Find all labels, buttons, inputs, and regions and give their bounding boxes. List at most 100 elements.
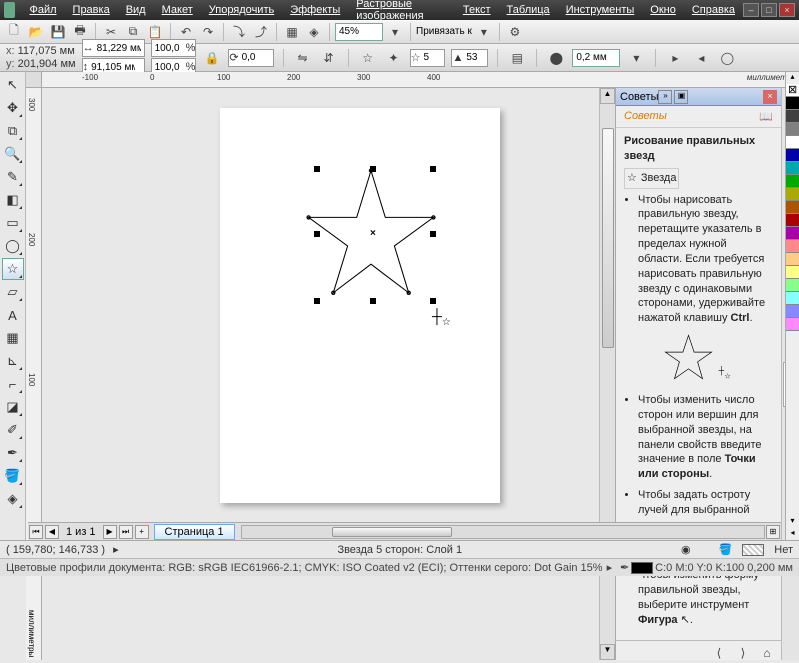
handle-nw[interactable] xyxy=(314,166,320,172)
swatch-17[interactable] xyxy=(786,318,799,331)
handle-e[interactable] xyxy=(430,231,436,237)
launch-icon[interactable]: ▦ xyxy=(282,22,302,42)
ellipse-tool[interactable]: ◯ xyxy=(2,235,24,257)
save-icon[interactable]: 💾 xyxy=(48,22,68,42)
menu-layout[interactable]: Макет xyxy=(154,2,201,18)
outline-width-input[interactable] xyxy=(572,49,620,67)
hint-home-icon[interactable]: ⌂ xyxy=(757,643,777,663)
handle-w[interactable] xyxy=(314,231,320,237)
swatch-11[interactable] xyxy=(786,240,799,253)
smartfill-tool[interactable]: ◧ xyxy=(2,189,24,211)
page-last-icon[interactable]: ⏭ xyxy=(119,525,133,539)
swatch-10[interactable] xyxy=(786,227,799,240)
import-icon[interactable]: ⤵ xyxy=(229,22,249,42)
scroll-up-icon[interactable]: ▲ xyxy=(600,88,615,104)
complex-star-icon[interactable]: ✦ xyxy=(384,48,404,68)
rectangle-tool[interactable]: ▭ xyxy=(2,212,24,234)
handle-ne[interactable] xyxy=(430,166,436,172)
swatch-8[interactable] xyxy=(786,201,799,214)
mirror-v-icon[interactable]: ⇵ xyxy=(319,48,339,68)
convert-curves-icon[interactable]: ◯ xyxy=(717,48,737,68)
eyedropper-tool[interactable]: ✐ xyxy=(2,419,24,441)
zoom-dropdown-icon[interactable]: ▾ xyxy=(385,22,405,42)
fill-tool[interactable]: 🪣 xyxy=(2,465,24,487)
outline-pen-icon[interactable]: ✒ xyxy=(620,561,629,574)
menu-table[interactable]: Таблица xyxy=(499,2,558,18)
swatch-7[interactable] xyxy=(786,188,799,201)
menu-view[interactable]: Вид xyxy=(118,2,154,18)
interactive-fill-tool[interactable]: ◈ xyxy=(2,488,24,510)
minimize-button[interactable]: – xyxy=(743,3,759,17)
palette-down-icon[interactable]: ▾ xyxy=(786,516,799,528)
polygon-tool[interactable]: ☆ xyxy=(2,258,24,280)
sharpness-input[interactable]: ▲ xyxy=(451,49,488,67)
connector-tool[interactable]: ⌐ xyxy=(2,373,24,395)
swatch-none[interactable]: ⊠ xyxy=(786,84,799,97)
page-first-icon[interactable]: ⏮ xyxy=(29,525,43,539)
fill-none-swatch[interactable] xyxy=(742,544,764,556)
crop-tool[interactable]: ⧉ xyxy=(2,120,24,142)
menu-edit[interactable]: Правка xyxy=(65,2,118,18)
export-icon[interactable]: ⤴ xyxy=(251,22,271,42)
lock-ratio-icon[interactable]: 🔒 xyxy=(202,48,222,68)
swatch-9[interactable] xyxy=(786,214,799,227)
points-input[interactable]: ☆ xyxy=(410,49,446,67)
dimension-tool[interactable]: ⊾ xyxy=(2,350,24,372)
y-value[interactable]: 201,904 мм xyxy=(18,58,76,70)
swatch-5[interactable] xyxy=(786,162,799,175)
menu-bitmaps[interactable]: Растровые изображения xyxy=(348,0,455,24)
page-add-icon[interactable]: + xyxy=(135,525,149,539)
freehand-tool[interactable]: ✎ xyxy=(2,166,24,188)
rotate-input[interactable]: ⟳ xyxy=(228,49,273,67)
scrollbar-horizontal[interactable] xyxy=(241,525,765,539)
docker-collapse-icon[interactable]: » xyxy=(658,90,672,104)
options-icon[interactable]: ⚙ xyxy=(505,22,525,42)
close-button[interactable]: × xyxy=(779,3,795,17)
page-tab[interactable]: Страница 1 xyxy=(154,524,235,540)
outline-tool[interactable]: ✒ xyxy=(2,442,24,464)
swatch-13[interactable] xyxy=(786,266,799,279)
zoom-tool[interactable]: 🔍 xyxy=(2,143,24,165)
wrap-icon[interactable]: ▤ xyxy=(507,48,527,68)
welcome-icon[interactable]: ◈ xyxy=(304,22,324,42)
swatch-3[interactable] xyxy=(786,136,799,149)
ruler-origin[interactable] xyxy=(26,72,42,88)
zoom-input[interactable] xyxy=(335,23,383,41)
menu-effects[interactable]: Эффекты xyxy=(282,2,348,18)
text-tool[interactable]: A xyxy=(2,304,24,326)
status-next-icon-2[interactable]: ▸ xyxy=(607,561,613,574)
docker-book-icon[interactable]: 📖 xyxy=(759,110,773,123)
swatch-2[interactable] xyxy=(786,123,799,136)
width-input[interactable]: ↔ xyxy=(82,39,145,57)
table-tool[interactable]: ▦ xyxy=(2,327,24,349)
handle-se[interactable] xyxy=(430,298,436,304)
scroll-down-icon[interactable]: ▼ xyxy=(600,644,615,660)
to-back-icon[interactable]: ◂ xyxy=(691,48,711,68)
center-marker[interactable]: × xyxy=(370,228,376,239)
menu-arrange[interactable]: Упорядочить xyxy=(201,2,282,18)
status-color-icon[interactable]: ◉ xyxy=(681,543,691,556)
mirror-h-icon[interactable]: ⇋ xyxy=(293,48,313,68)
swatch-0[interactable] xyxy=(786,97,799,110)
swatch-16[interactable] xyxy=(786,305,799,318)
hint-back-icon[interactable]: ⟨ xyxy=(709,643,729,663)
outline-dropdown-icon[interactable]: ▾ xyxy=(626,48,646,68)
swatch-15[interactable] xyxy=(786,292,799,305)
menu-tools[interactable]: Инструменты xyxy=(558,2,643,18)
outline-swatch[interactable] xyxy=(631,562,653,574)
menu-file[interactable]: Файл xyxy=(21,2,64,18)
pick-tool[interactable]: ↖ xyxy=(2,74,24,96)
page-prev-icon[interactable]: ◀ xyxy=(45,525,59,539)
swatch-1[interactable] xyxy=(786,110,799,123)
handle-sw[interactable] xyxy=(314,298,320,304)
swatch-4[interactable] xyxy=(786,149,799,162)
interactive-tool[interactable]: ◪ xyxy=(2,396,24,418)
maximize-button[interactable]: □ xyxy=(761,3,777,17)
navigator-icon[interactable]: ⊞ xyxy=(766,525,780,539)
palette-expand-icon[interactable]: ◂ xyxy=(786,528,799,540)
swatch-14[interactable] xyxy=(786,279,799,292)
handle-n[interactable] xyxy=(370,166,376,172)
to-front-icon[interactable]: ▸ xyxy=(665,48,685,68)
docker-menu-icon[interactable]: ▣ xyxy=(674,90,688,104)
redo-icon[interactable]: ↷ xyxy=(198,22,218,42)
